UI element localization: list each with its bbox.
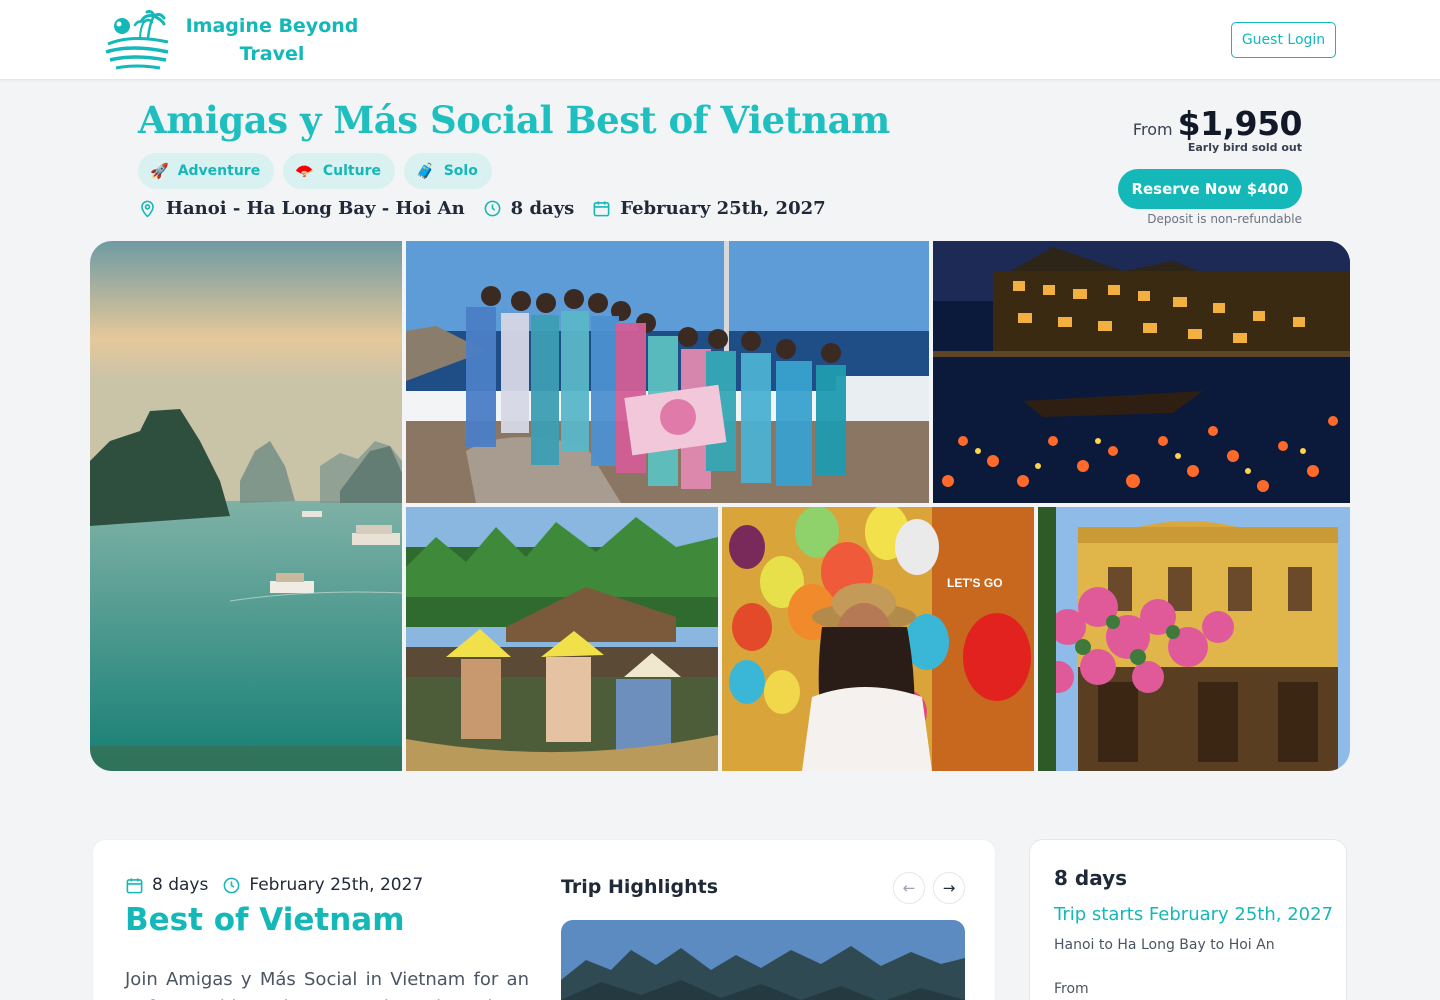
tag-label: Solo xyxy=(443,163,478,179)
summary-duration: 8 days xyxy=(1054,866,1128,890)
summary-from-label: From xyxy=(1054,981,1089,997)
price-value: $1,950 xyxy=(1177,104,1303,143)
tag-label: Culture xyxy=(322,163,381,179)
trip-route: Hanoi - Ha Long Bay - Hoi An xyxy=(138,198,465,219)
yellow-building-flowers-photo[interactable] xyxy=(1038,507,1350,771)
tag-label: Adventure xyxy=(177,163,261,179)
price-box: From $1,950 Early bird sold out xyxy=(1110,104,1303,154)
deposit-note: Deposit is non-refundable xyxy=(1147,212,1302,226)
fan-icon: 🪭 xyxy=(295,162,314,180)
highlight-image[interactable] xyxy=(561,920,965,1000)
overview-duration-text: 8 days xyxy=(152,875,209,895)
highlights-next-button[interactable]: → xyxy=(933,872,965,904)
date-text: February 25th, 2027 xyxy=(620,198,826,219)
top-navbar: Imagine Beyond Travel Guest Login xyxy=(0,0,1440,80)
clock-icon xyxy=(484,200,501,217)
map-pin-icon xyxy=(141,200,154,218)
tag-solo: 🧳 Solo xyxy=(404,153,492,189)
highlights-prev-button[interactable]: ← xyxy=(893,872,925,904)
overview-date-text: February 25th, 2027 xyxy=(249,875,424,895)
trip-overview-card: 8 days February 25th, 2027 Best of Vietn… xyxy=(92,839,996,1000)
trip-date: February 25th, 2027 xyxy=(592,198,826,219)
overview-meta: 8 days February 25th, 2027 xyxy=(125,875,437,895)
trip-meta: Hanoi - Ha Long Bay - Hoi An 8 days Febr… xyxy=(138,198,844,219)
duration-text: 8 days xyxy=(510,198,575,219)
tag-culture: 🪭 Culture xyxy=(283,153,395,189)
reserve-now-button[interactable]: Reserve Now $400 xyxy=(1118,169,1302,209)
suitcase-icon: 🧳 xyxy=(416,162,435,180)
tag-adventure: 🚀 Adventure xyxy=(138,153,275,189)
rocket-icon: 🚀 xyxy=(150,162,169,180)
guest-login-button[interactable]: Guest Login xyxy=(1231,22,1336,58)
trip-highlights-heading: Trip Highlights xyxy=(561,876,719,898)
calendar-icon xyxy=(126,877,143,893)
price-from-label: From xyxy=(1132,120,1173,139)
trip-duration: 8 days xyxy=(483,198,575,219)
brand-logo[interactable] xyxy=(102,10,172,74)
trip-tags: 🚀 Adventure 🪭 Culture 🧳 Solo xyxy=(138,153,492,189)
trip-title: Amigas y Más Social Best of Vietnam xyxy=(138,98,890,142)
lantern-shop-photo[interactable]: LET'S GO xyxy=(722,507,1034,771)
overview-description: Join Amigas y Más Social in Vietnam for … xyxy=(125,969,529,1000)
arrow-left-icon: ← xyxy=(902,879,916,897)
brand-name[interactable]: Imagine Beyond Travel xyxy=(182,12,362,68)
summary-start-date: Trip starts February 25th, 2027 xyxy=(1054,904,1334,925)
hoi-an-night-lanterns-photo[interactable] xyxy=(933,241,1350,503)
clock-icon xyxy=(223,877,240,893)
calendar-icon xyxy=(593,201,610,217)
boat-ride-photo[interactable] xyxy=(406,507,718,771)
photo-gallery: LET'S GO xyxy=(90,241,1350,771)
overview-duration: 8 days xyxy=(125,875,208,895)
brand-line-2: Travel xyxy=(239,43,305,65)
overview-title: Best of Vietnam xyxy=(125,902,405,938)
overview-date: February 25th, 2027 xyxy=(222,875,423,895)
ha-long-bay-photo[interactable] xyxy=(90,241,402,771)
group-photo[interactable] xyxy=(406,241,929,503)
route-text: Hanoi - Ha Long Bay - Hoi An xyxy=(166,198,465,219)
trip-summary-card: 8 days Trip starts February 25th, 2027 H… xyxy=(1029,839,1347,1000)
svg-text:LET'S GO: LET'S GO xyxy=(947,576,1003,590)
arrow-right-icon: → xyxy=(942,879,956,897)
summary-route: Hanoi to Ha Long Bay to Hoi An xyxy=(1054,937,1275,953)
brand-line-1: Imagine Beyond xyxy=(185,15,359,37)
